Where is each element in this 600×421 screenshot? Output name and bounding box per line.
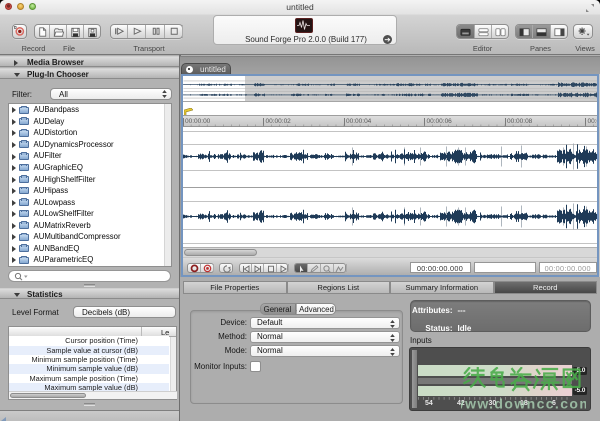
svg-text:www.downcc.com: www.downcc.com (461, 395, 586, 411)
